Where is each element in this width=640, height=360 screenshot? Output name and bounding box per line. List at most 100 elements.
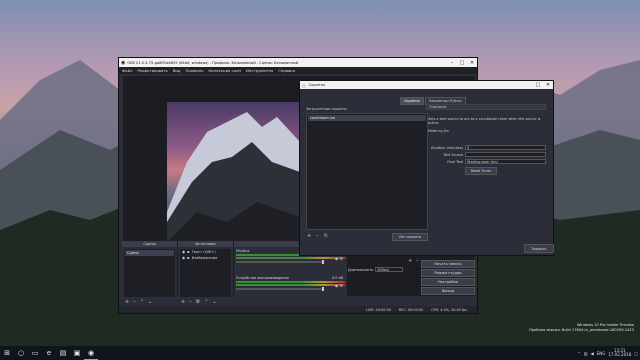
channel-name: Устройство воспроизведения <box>236 276 289 280</box>
add-transition-button[interactable]: + <box>408 258 412 264</box>
volume-icon[interactable]: ◀ <box>591 351 594 356</box>
prop-label: Final Text <box>447 159 463 164</box>
clock[interactable]: 13:21 17.02.2018 <box>608 348 632 357</box>
visibility-eye-icon[interactable]: ◉ <box>182 250 185 254</box>
edge-icon[interactable]: e <box>42 346 56 360</box>
script-author: Made by Jim <box>428 129 449 133</box>
duration-spinbox[interactable]: 5 <box>465 145 546 150</box>
scene-item[interactable]: Сцена <box>125 250 174 256</box>
notifications-icon[interactable]: ▢ <box>634 351 638 356</box>
dialog-close-text-button[interactable]: Закрыть <box>524 244 554 253</box>
text-source-select[interactable] <box>465 152 546 157</box>
add-script-button[interactable]: + <box>307 233 311 239</box>
slider-handle[interactable] <box>322 260 324 264</box>
dialog-maximize-button[interactable]: □ <box>533 82 543 88</box>
description-header: Описание <box>426 104 546 110</box>
duration-input[interactable]: 300ms <box>375 267 404 272</box>
prop-label: Duration (minutes) <box>430 145 463 150</box>
chevron-up-icon[interactable]: ⌃ <box>577 351 580 356</box>
scripts-toolbar: + – ↻ <box>307 233 328 239</box>
remove-scene-button[interactable]: – <box>133 299 136 305</box>
close-button[interactable]: ✕ <box>467 60 477 66</box>
exit-button[interactable]: Выход <box>421 287 475 295</box>
preview-mountain-graphic <box>167 112 300 254</box>
menu-view[interactable]: Вид <box>173 68 181 73</box>
prop-label: Text Source <box>443 152 463 157</box>
visibility-eye-icon[interactable]: ◉ <box>182 256 185 260</box>
system-tray: ⌃ ▥ ◀ ENG 13:21 17.02.2018 ▢ <box>577 346 638 360</box>
duration-row: Длительность 300ms <box>348 267 418 272</box>
controls-dock: Начать запись Режим студии Настройки Вых… <box>421 260 475 296</box>
maximize-button[interactable]: □ <box>457 60 467 66</box>
volume-slider[interactable] <box>236 287 324 291</box>
transitions-dock: + – Длительность 300ms <box>348 258 419 278</box>
menu-help[interactable]: Справка <box>278 68 295 73</box>
remove-transition-button[interactable]: – <box>416 258 419 264</box>
studio-mode-button[interactable]: Режим студии <box>421 269 475 277</box>
obs-icon[interactable]: ◉ <box>84 346 98 360</box>
move-down-icon[interactable]: ⌄ <box>148 299 152 305</box>
speaker-icon[interactable]: ◀ <box>334 256 337 261</box>
language-indicator[interactable]: ENG <box>597 351 606 356</box>
lock-icon[interactable]: ▪ <box>187 250 189 254</box>
dialog-close-button[interactable]: ✕ <box>543 82 553 88</box>
speaker-icon[interactable]: ◀ <box>334 283 337 288</box>
menu-profile[interactable]: Профиль <box>186 68 204 73</box>
settings-button[interactable]: Настройки <box>421 278 475 286</box>
obs-window-title: OBS 21.0.3-75-ga8ff1db625 (64bit, window… <box>127 60 299 65</box>
source-label: Изображение <box>191 256 218 260</box>
script-log-button[interactable]: Лог скрипта <box>392 233 428 241</box>
remove-source-button[interactable]: – <box>189 299 192 305</box>
reload-icon[interactable]: ↻ <box>324 233 328 239</box>
taskview-icon[interactable]: ▭ <box>28 346 42 360</box>
prop-text-source: Text Source <box>428 152 546 157</box>
gear-icon[interactable]: ⚙ <box>339 256 343 261</box>
remove-script-button[interactable]: – <box>316 233 319 239</box>
scenes-list: Сцена <box>124 249 175 297</box>
script-item[interactable]: countdown.lua <box>308 115 426 121</box>
slider-handle[interactable] <box>322 287 324 291</box>
channel-db: 0.0 dB <box>332 276 343 280</box>
minimize-button[interactable]: – <box>447 60 457 66</box>
search-icon[interactable]: ○ <box>14 346 28 360</box>
move-up-icon[interactable]: ⌃ <box>140 299 144 305</box>
windows-icon[interactable]: ⊞ <box>0 346 14 360</box>
gear-icon[interactable]: ⚙ <box>339 283 343 288</box>
volume-meter <box>236 284 345 286</box>
menu-scene-collection[interactable]: Коллекция сцен <box>208 68 241 73</box>
add-scene-button[interactable]: + <box>125 299 129 305</box>
sources-dock-title: Источники <box>178 241 233 247</box>
move-up-icon[interactable]: ⌃ <box>204 299 208 305</box>
preview-image <box>167 102 300 254</box>
volume-meter <box>236 281 345 283</box>
reset-timer-button[interactable]: Reset Timer <box>465 167 497 175</box>
menu-edit[interactable]: Редактировать <box>138 68 168 73</box>
obs-menubar: Файл Редактировать Вид Профиль Коллекция… <box>119 67 477 74</box>
explorer-icon[interactable]: ▤ <box>56 346 70 360</box>
menu-tools[interactable]: Инструменты <box>246 68 273 73</box>
transition-toolbar: + – <box>348 258 419 264</box>
tab-scripts[interactable]: Скрипты <box>400 97 424 105</box>
prop-final-text: Final Text Starting soon (tm) <box>428 159 546 164</box>
prop-duration: Duration (minutes) 5 <box>428 145 546 150</box>
obs-icon: ◉ <box>121 59 126 66</box>
clock-date: 17.02.2018 <box>608 352 632 357</box>
start-recording-button[interactable]: Начать запись <box>421 260 475 268</box>
status-bar: LIVE: 00:00:00 REC: 00:00:00 CPU: 4.4%, … <box>119 306 477 313</box>
add-source-button[interactable]: + <box>181 299 185 305</box>
move-down-icon[interactable]: ⌄ <box>212 299 216 305</box>
scripts-list: countdown.lua <box>306 113 428 230</box>
gear-icon[interactable]: ⚙ <box>196 299 200 305</box>
lock-icon[interactable]: ▪ <box>187 256 189 260</box>
cpu-status: CPU: 4.4%, 30.00 fps <box>431 307 467 312</box>
volume-slider[interactable] <box>236 260 324 264</box>
network-icon[interactable]: ▥ <box>584 351 588 356</box>
menu-file[interactable]: Файл <box>122 68 133 73</box>
dialog-title: Скрипты <box>308 83 326 87</box>
source-label: Текст (GDI+) <box>191 250 216 254</box>
scenes-toolbar: + – ⌃ ⌄ <box>125 299 152 305</box>
final-text-input[interactable]: Starting soon (tm) <box>465 159 546 164</box>
source-item[interactable]: ◉ ▪ Изображение <box>180 255 231 261</box>
dialog-titlebar: ○ Скрипты □ ✕ <box>300 81 553 89</box>
store-icon[interactable]: ▣ <box>70 346 84 360</box>
